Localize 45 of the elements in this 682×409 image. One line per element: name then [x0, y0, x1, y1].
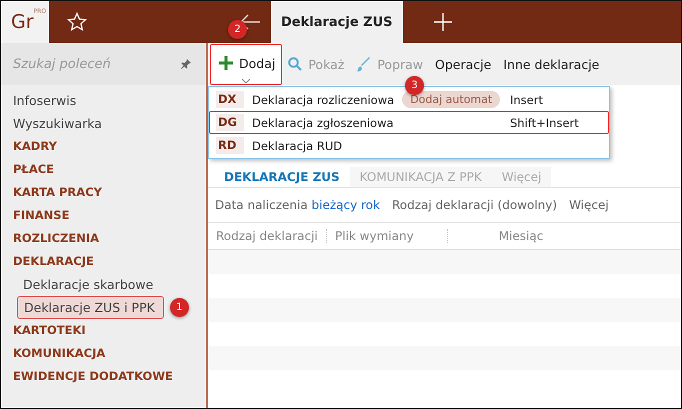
- menu-item-label: Deklaracja rozliczeniowa: [252, 92, 394, 106]
- menu-item[interactable]: DG Deklaracja zgłoszeniowa Shift+Insert: [209, 111, 609, 134]
- filter-button[interactable]: Rodzaj deklaracji (dowolny): [386, 195, 562, 215]
- sidebar-item[interactable]: KOMUNIKACJA: [1, 342, 206, 365]
- sidebar-item[interactable]: Wyszukiwarka: [1, 112, 206, 135]
- menu-button[interactable]: Inne deklaracje: [497, 52, 606, 76]
- menu-item-label: Deklaracja zgłoszeniowa: [252, 116, 394, 130]
- new-tab-icon[interactable]: [432, 12, 453, 32]
- step-badge: 1: [170, 298, 189, 317]
- sidebar-item[interactable]: DEKLARACJE: [1, 250, 206, 273]
- filter-button[interactable]: Więcej: [564, 195, 614, 215]
- search-field[interactable]: Szukaj poleceń: [1, 43, 206, 85]
- sidebar-item[interactable]: KARTOTEKI: [1, 319, 206, 342]
- brush-icon: [356, 56, 372, 72]
- column-header[interactable]: Rodzaj deklaracji: [208, 229, 327, 243]
- code-label: DG: [216, 114, 244, 131]
- code-label: DX: [216, 91, 244, 108]
- menu-item[interactable]: RD Deklaracja RUD: [209, 134, 609, 157]
- toolbar-button[interactable]: Dodaj: [210, 44, 282, 84]
- star-icon[interactable]: [67, 12, 87, 32]
- sidebar-item[interactable]: ROZLICZENIA: [1, 227, 206, 250]
- search-input[interactable]: Szukaj poleceń: [13, 56, 174, 72]
- code-label: RD: [216, 137, 244, 154]
- caret-icon: [242, 78, 250, 82]
- shortcut-label: Insert: [510, 92, 543, 106]
- shortcut-label: Shift+Insert: [510, 116, 579, 130]
- sidebar-item[interactable]: FINANSE: [1, 204, 206, 227]
- sidebar-item[interactable]: KADRY: [1, 135, 206, 158]
- column-header[interactable]: Miesiąc: [448, 229, 594, 243]
- pin-icon[interactable]: [180, 58, 192, 70]
- search-icon: [288, 57, 302, 71]
- column-header[interactable]: Plik wymiany: [327, 229, 448, 243]
- sidebar-item[interactable]: Deklaracje skarbowe: [1, 273, 166, 296]
- sidebar-item[interactable]: Infoserwis: [1, 89, 206, 112]
- menu-button[interactable]: Operacje: [429, 52, 498, 76]
- plus-icon: [219, 56, 233, 70]
- filter-button[interactable]: Data naliczenia bieżący rok: [210, 195, 385, 215]
- tab[interactable]: Deklaracje ZUS: [271, 1, 403, 43]
- menu-item-label: Deklaracja RUD: [252, 138, 342, 152]
- sidebar-item[interactable]: Deklaracje ZUS i PPK: [17, 296, 164, 319]
- sidebar-item[interactable]: PŁACE: [1, 158, 206, 181]
- tag[interactable]: Dodaj automat: [402, 91, 500, 108]
- sidebar-item[interactable]: KARTA PRACY: [1, 181, 206, 204]
- back-arrow-icon[interactable]: [239, 14, 261, 30]
- sidebar-item[interactable]: EWIDENCJE DODATKOWE: [1, 365, 206, 388]
